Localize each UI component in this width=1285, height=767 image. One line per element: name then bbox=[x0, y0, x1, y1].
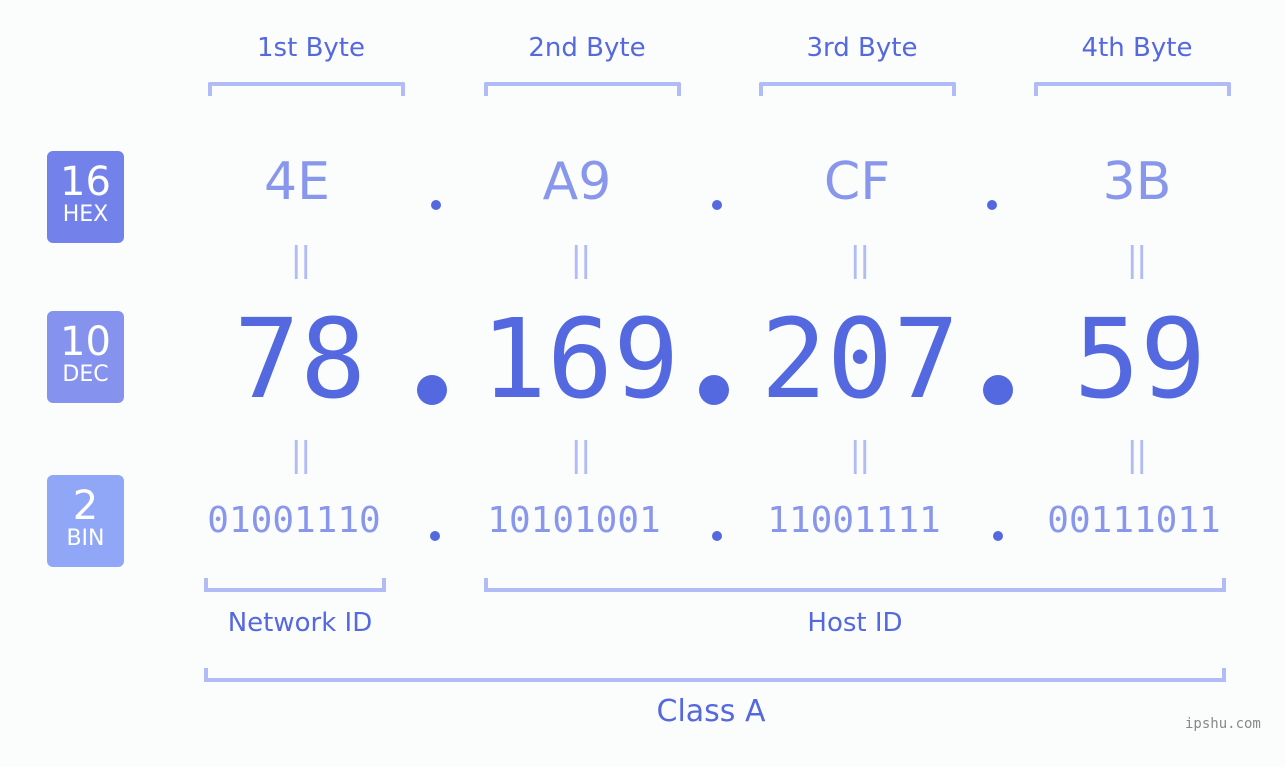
hex-value-3: CF bbox=[823, 152, 891, 212]
hex-value-2: A9 bbox=[542, 152, 612, 212]
hex-badge-number: 16 bbox=[60, 159, 111, 205]
bin-value-4: 00111011 bbox=[1047, 500, 1221, 541]
bin-badge-number: 2 bbox=[72, 483, 99, 529]
byte-bracket-3 bbox=[759, 82, 956, 96]
byte-header-4: 4th Byte bbox=[1081, 33, 1193, 63]
dec-badge: 10 DEC bbox=[47, 311, 124, 403]
bin-dot-1 bbox=[430, 531, 440, 541]
hex-badge: 16 HEX bbox=[47, 151, 124, 243]
dec-badge-label: DEC bbox=[62, 362, 109, 387]
dec-value-3: 207 bbox=[760, 295, 960, 423]
dec-dot-2 bbox=[699, 375, 729, 405]
hex-dot-1 bbox=[431, 200, 441, 210]
byte-bracket-2 bbox=[484, 82, 681, 96]
hex-value-1: 4E bbox=[264, 152, 330, 212]
equals-sign: || bbox=[849, 435, 871, 475]
host-id-label: Host ID bbox=[807, 608, 903, 638]
equals-sign: || bbox=[849, 240, 871, 280]
bin-value-2: 10101001 bbox=[487, 500, 661, 541]
hex-dot-3 bbox=[987, 200, 997, 210]
host-id-bracket bbox=[484, 578, 1226, 592]
hex-dot-2 bbox=[712, 200, 722, 210]
hex-value-4: 3B bbox=[1102, 152, 1172, 212]
bin-value-1: 01001110 bbox=[207, 500, 381, 541]
byte-header-3: 3rd Byte bbox=[806, 33, 918, 63]
bin-value-3: 11001111 bbox=[767, 500, 941, 541]
network-id-bracket bbox=[204, 578, 386, 592]
hex-badge-label: HEX bbox=[62, 202, 109, 227]
byte-bracket-4 bbox=[1034, 82, 1231, 96]
watermark: ipshu.com bbox=[1185, 716, 1261, 732]
byte-header-1: 1st Byte bbox=[257, 33, 365, 63]
equals-sign: || bbox=[1126, 435, 1148, 475]
equals-sign: || bbox=[290, 435, 312, 475]
class-label: Class A bbox=[656, 694, 766, 729]
byte-bracket-1 bbox=[208, 82, 405, 96]
equals-sign: || bbox=[1126, 240, 1148, 280]
bin-badge: 2 BIN bbox=[47, 475, 124, 567]
dec-badge-number: 10 bbox=[60, 319, 111, 365]
dec-value-2: 169 bbox=[480, 295, 680, 423]
bin-badge-label: BIN bbox=[66, 526, 105, 551]
dec-dot-3 bbox=[983, 375, 1013, 405]
dec-value-4: 59 bbox=[1073, 295, 1207, 423]
bin-dot-3 bbox=[993, 531, 1003, 541]
dec-dot-1 bbox=[417, 375, 447, 405]
equals-sign: || bbox=[570, 240, 592, 280]
class-bracket bbox=[204, 668, 1226, 682]
bin-dot-2 bbox=[712, 531, 722, 541]
equals-sign: || bbox=[570, 435, 592, 475]
network-id-label: Network ID bbox=[227, 608, 373, 638]
equals-sign: || bbox=[290, 240, 312, 280]
dec-value-1: 78 bbox=[233, 295, 367, 423]
byte-header-2: 2nd Byte bbox=[528, 33, 646, 63]
